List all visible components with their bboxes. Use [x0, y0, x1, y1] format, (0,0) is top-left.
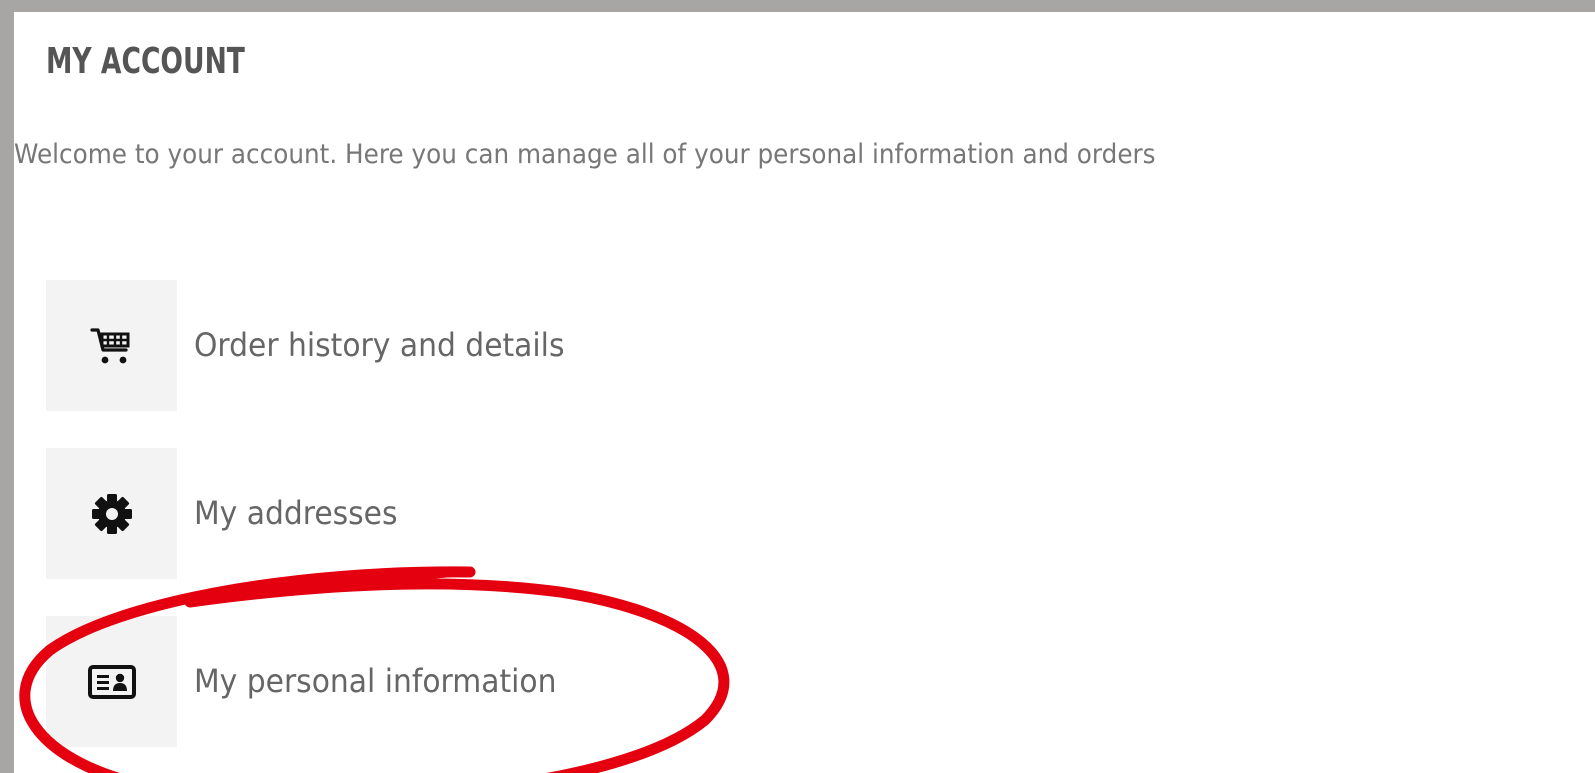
cart-icon [89, 327, 129, 363]
menu-item-label: Order history and details [194, 326, 565, 364]
page-title: MY ACCOUNT [46, 41, 245, 82]
welcome-message: Welcome to your account. Here you can ma… [14, 139, 1156, 170]
id-card-icon [87, 664, 136, 699]
menu-item-order-history[interactable]: Order history and details [46, 280, 746, 411]
menu-item-personal-information[interactable]: My personal information [46, 616, 746, 747]
personal-information-icon-tile [46, 616, 177, 747]
menu-item-label: My addresses [194, 494, 398, 532]
menu-item-addresses[interactable]: My addresses [46, 448, 746, 579]
order-history-icon-tile [46, 280, 177, 411]
addresses-icon-tile [46, 448, 177, 579]
account-panel: MY ACCOUNT Welcome to your account. Here… [14, 12, 1595, 773]
menu-item-label: My personal information [194, 662, 557, 700]
gear-icon [91, 493, 132, 534]
account-menu: Order history and details My addresses M… [46, 280, 746, 773]
